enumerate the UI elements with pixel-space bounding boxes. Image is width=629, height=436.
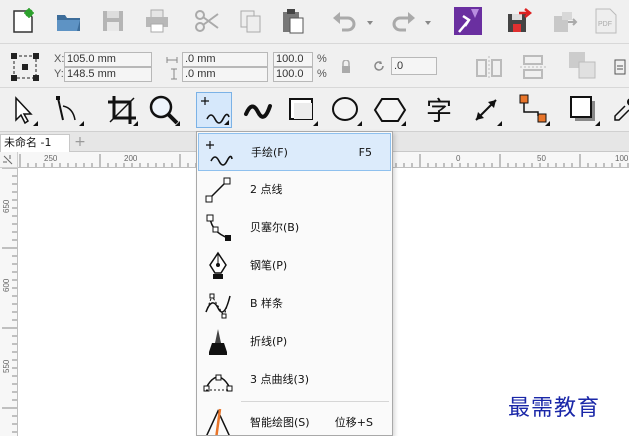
ruler-h-label: 50 bbox=[537, 154, 546, 163]
lock-ratio-icon[interactable] bbox=[340, 60, 352, 74]
rectangle-tool-icon[interactable] bbox=[284, 92, 320, 128]
mirror-horizontal-icon[interactable] bbox=[474, 54, 504, 80]
publish-pdf-icon[interactable]: PDF bbox=[591, 6, 621, 36]
menu-item-pen[interactable]: 钢笔(P) bbox=[198, 247, 391, 285]
freehand-icon bbox=[203, 137, 235, 169]
rotation-field[interactable]: .0 bbox=[391, 57, 437, 75]
y-position-field[interactable]: 148.5 mm bbox=[64, 67, 152, 82]
polyline-icon bbox=[202, 326, 234, 358]
menu-item-label: 贝塞尔(B) bbox=[250, 221, 300, 234]
save-icon[interactable] bbox=[98, 6, 128, 36]
ruler-h-label: 200 bbox=[124, 154, 138, 163]
parallel-dimension-icon[interactable] bbox=[468, 92, 504, 128]
undo-icon[interactable] bbox=[330, 6, 360, 36]
cut-icon[interactable] bbox=[192, 6, 222, 36]
toolbox: 字 bbox=[0, 88, 629, 132]
scale-x-field[interactable]: 100.0 bbox=[273, 52, 313, 67]
menu-item-bezier[interactable]: 贝塞尔(B) bbox=[198, 209, 391, 247]
y-label: Y: bbox=[54, 68, 64, 80]
three-point-curve-icon bbox=[202, 364, 234, 396]
scale-y-field[interactable]: 100.0 bbox=[273, 67, 313, 82]
publish-icon[interactable] bbox=[550, 6, 580, 36]
smart-drawing-icon bbox=[202, 407, 234, 435]
width-icon bbox=[166, 54, 178, 66]
menu-item-label: B 样条 bbox=[250, 297, 284, 310]
menu-item-freehand[interactable]: 手绘(F) F5 bbox=[198, 133, 391, 171]
height-field[interactable]: .0 mm bbox=[182, 67, 268, 82]
add-tab-button[interactable]: + bbox=[73, 135, 87, 150]
scale-y-percent: % bbox=[317, 68, 327, 80]
import-icon[interactable] bbox=[453, 6, 483, 36]
crop-tool-icon[interactable] bbox=[104, 92, 140, 128]
menu-item-smart-drawing[interactable]: 智能绘图(S) 位移+S bbox=[198, 404, 391, 435]
x-position-field[interactable]: 105.0 mm bbox=[64, 52, 152, 67]
redo-icon[interactable] bbox=[388, 6, 418, 36]
menu-item-two-point-line[interactable]: 2 点线 bbox=[198, 171, 391, 209]
wrap-text-icon[interactable] bbox=[613, 58, 627, 76]
menu-item-polyline[interactable]: 折线(P) bbox=[198, 323, 391, 361]
polygon-tool-icon[interactable] bbox=[372, 92, 408, 128]
pen-icon bbox=[202, 250, 234, 282]
menu-item-three-point-curve[interactable]: 3 点曲线(3) bbox=[198, 361, 391, 399]
document-tab[interactable]: 未命名 -1 bbox=[0, 134, 70, 152]
rotate-icon bbox=[373, 60, 385, 72]
undo-dropdown-icon[interactable] bbox=[366, 19, 374, 27]
b-spline-icon bbox=[202, 288, 234, 320]
new-document-icon[interactable] bbox=[8, 6, 38, 36]
shape-tool-icon[interactable] bbox=[50, 92, 86, 128]
paste-icon[interactable] bbox=[278, 6, 308, 36]
ruler-h-label: 100 bbox=[615, 154, 629, 163]
two-point-line-icon bbox=[202, 174, 234, 206]
export-icon[interactable] bbox=[505, 6, 535, 36]
vertical-ruler[interactable]: 650 600 550 bbox=[0, 168, 18, 436]
menu-separator bbox=[241, 401, 389, 402]
menu-item-shortcut: F5 bbox=[358, 146, 372, 159]
ruler-h-label: 250 bbox=[44, 154, 58, 163]
menu-item-label: 智能绘图(S) bbox=[250, 416, 310, 429]
menu-item-label: 折线(P) bbox=[250, 335, 288, 348]
watermark-text: 最需教育 bbox=[508, 396, 601, 421]
ruler-v-label: 550 bbox=[2, 359, 11, 373]
connector-tool-icon[interactable] bbox=[516, 92, 552, 128]
width-field[interactable]: .0 mm bbox=[182, 52, 268, 67]
ruler-v-label: 650 bbox=[2, 199, 11, 213]
mirror-vertical-icon[interactable] bbox=[518, 54, 548, 80]
copy-icon[interactable] bbox=[236, 6, 266, 36]
object-position-icon bbox=[10, 52, 40, 82]
bezier-icon bbox=[202, 212, 234, 244]
height-icon bbox=[168, 68, 180, 80]
ruler-origin[interactable] bbox=[0, 152, 18, 168]
artistic-media-icon[interactable] bbox=[240, 92, 276, 128]
print-icon[interactable] bbox=[142, 6, 172, 36]
menu-item-label: 钢笔(P) bbox=[250, 259, 288, 272]
menu-item-label: 3 点曲线(3) bbox=[250, 373, 310, 386]
zoom-tool-icon[interactable] bbox=[146, 92, 182, 128]
redo-dropdown-icon[interactable] bbox=[424, 19, 432, 27]
eyedropper-tool-icon[interactable] bbox=[609, 92, 629, 128]
svg-text:PDF: PDF bbox=[598, 21, 612, 28]
menu-item-label: 手绘(F) bbox=[251, 146, 288, 159]
open-folder-icon[interactable] bbox=[54, 6, 84, 36]
menu-item-shortcut: 位移+S bbox=[334, 416, 373, 429]
drop-shadow-icon[interactable] bbox=[566, 92, 602, 128]
property-bar: X: 105.0 mm Y: 148.5 mm .0 mm .0 mm 100.… bbox=[0, 44, 629, 88]
svg-text:字: 字 bbox=[426, 97, 452, 127]
freehand-tool-icon[interactable] bbox=[196, 92, 232, 128]
x-label: X: bbox=[54, 53, 65, 65]
ruler-v-label: 600 bbox=[2, 278, 11, 292]
standard-toolbar: PDF bbox=[0, 0, 629, 44]
menu-item-label: 2 点线 bbox=[250, 183, 283, 196]
menu-item-b-spline[interactable]: B 样条 bbox=[198, 285, 391, 323]
pick-tool-icon[interactable] bbox=[4, 92, 40, 128]
ellipse-tool-icon[interactable] bbox=[328, 92, 364, 128]
curve-tools-flyout: 手绘(F) F5 2 点线 贝塞尔(B) 钢笔(P) B 样条 折线(P) 3 … bbox=[196, 131, 393, 436]
text-tool-icon[interactable]: 字 bbox=[422, 92, 458, 128]
arrange-icon[interactable] bbox=[567, 50, 599, 82]
ruler-h-label: 0 bbox=[456, 154, 461, 163]
scale-x-percent: % bbox=[317, 53, 327, 65]
